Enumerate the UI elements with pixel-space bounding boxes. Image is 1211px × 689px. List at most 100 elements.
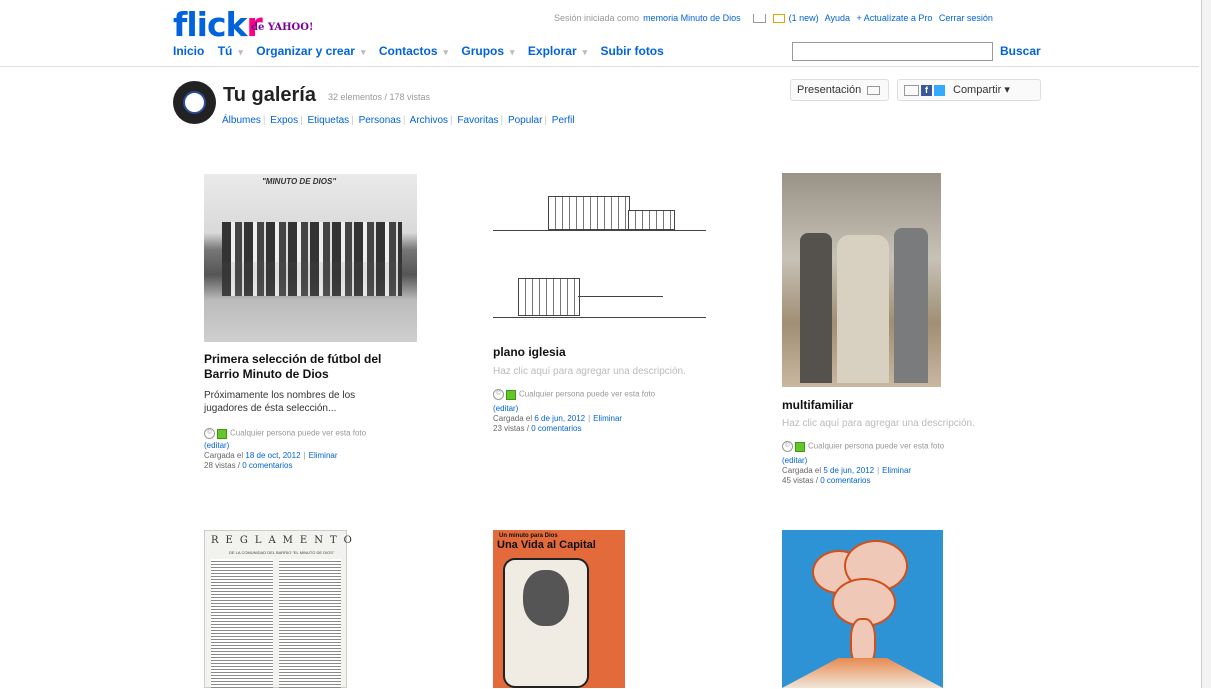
help-link[interactable]: Ayuda <box>825 13 850 23</box>
nav-tu[interactable]: Tú <box>218 44 233 58</box>
photo-thumbnail-church-plan[interactable] <box>493 174 706 338</box>
nav-grupos[interactable]: Grupos <box>461 44 504 58</box>
uploaded-label: Cargada el <box>493 414 533 423</box>
subnav-expos[interactable]: Expos <box>270 115 298 126</box>
chevron-down-icon[interactable]: ▾ <box>238 47 243 57</box>
public-icon <box>506 389 516 400</box>
chevron-down-icon[interactable]: ▾ <box>510 47 515 57</box>
separator: | <box>262 115 266 126</box>
separator: | <box>402 115 406 126</box>
photo-heading: Una Vida al Capital <box>497 539 596 551</box>
drawing-building <box>518 278 580 316</box>
separator: | <box>588 414 591 423</box>
header-divider <box>0 66 1199 67</box>
photo-thumbnail-volcano[interactable] <box>782 530 943 688</box>
edit-privacy-link[interactable]: (editar) <box>493 404 518 413</box>
subnav-albumes[interactable]: Álbumes <box>222 115 261 126</box>
photo-title[interactable]: plano iglesia <box>493 345 708 360</box>
separator: | <box>351 115 354 126</box>
uploaded-label: Cargada el <box>204 451 244 460</box>
comments-link[interactable]: 0 comentarios <box>242 461 292 470</box>
delete-link[interactable]: Eliminar <box>309 451 338 460</box>
photo-thumbnail-reglamento[interactable]: REGLAMENTO DE LA COMUNIDAD DEL BARRIO "E… <box>204 530 352 689</box>
separator: | <box>877 466 880 475</box>
photo-figure <box>894 228 928 383</box>
photo-description[interactable]: Próximamente los nombres de los jugadore… <box>204 389 389 415</box>
delete-link[interactable]: Eliminar <box>882 466 911 475</box>
photo-thumbnail-multifamiliar[interactable] <box>782 173 941 387</box>
nav-explorar[interactable]: Explorar <box>528 44 577 58</box>
search-button[interactable]: Buscar <box>1000 44 1041 58</box>
session-text: Sesión iniciada como <box>554 13 640 23</box>
upload-date-link[interactable]: 18 de oct, 2012 <box>245 451 300 460</box>
mail-icon[interactable] <box>772 14 785 24</box>
subnav-etiquetas[interactable]: Etiquetas <box>307 115 349 126</box>
subnav-popular[interactable]: Popular <box>508 115 542 126</box>
photo-description[interactable]: Haz clic aquí para agregar una descripci… <box>782 418 975 429</box>
comments-link[interactable]: 0 comentarios <box>820 476 870 485</box>
share-button[interactable]: f Compartir ▾ <box>897 79 1041 101</box>
mail-new-link[interactable]: (1 new) <box>789 13 819 23</box>
chevron-down-icon[interactable]: ▾ <box>583 47 588 57</box>
logout-link[interactable]: Cerrar sesión <box>939 13 993 23</box>
photo-figure <box>800 233 832 383</box>
privacy-line: © Cualquier persona puede ver esta foto <box>782 441 944 452</box>
photo-meta: (editar) Cargada el 5 de jun, 2012 | Elimi… <box>782 456 911 486</box>
share-label: Compartir ▾ <box>953 84 1010 96</box>
photo-thumbnail-football-team[interactable]: "MINUTO DE DIOS" <box>204 174 417 342</box>
subnav-personas[interactable]: Personas <box>359 115 401 126</box>
photo-meta: (editar) Cargada el 6 de jun, 2012 | Elimi… <box>493 404 622 434</box>
chevron-down-icon[interactable]: ▾ <box>361 47 366 57</box>
edit-privacy-link[interactable]: (editar) <box>204 441 229 450</box>
slideshow-button[interactable]: Presentación <box>790 79 889 101</box>
separator: | <box>300 115 303 126</box>
portrait-face <box>523 570 569 626</box>
nav-subir-fotos[interactable]: Subir fotos <box>600 44 663 58</box>
mountain-shape <box>782 658 943 688</box>
drawing-building <box>628 210 675 230</box>
photo-title[interactable]: Primera selección de fútbol del Barrio M… <box>204 352 419 382</box>
delete-link[interactable]: Eliminar <box>593 414 622 423</box>
chevron-down-icon[interactable]: ▾ <box>444 47 449 57</box>
photo-subheading: DE LA COMUNIDAD DEL BARRIO "EL MINUTO DE… <box>229 550 335 555</box>
uploaded-label: Cargada el <box>782 466 822 475</box>
facebook-icon[interactable]: f <box>921 84 932 96</box>
nav-contactos[interactable]: Contactos <box>379 44 438 58</box>
text-column <box>279 559 341 689</box>
privacy-line: © Cualquier persona puede ver esta foto <box>204 428 366 439</box>
username-link[interactable]: memoria Minuto de Dios <box>643 13 741 23</box>
upgrade-pro-link[interactable]: + Actualízate a Pro <box>857 13 933 23</box>
photo-title[interactable]: multifamiliar <box>782 398 997 413</box>
cc-icon: © <box>782 441 793 452</box>
upload-date-link[interactable]: 5 de jun, 2012 <box>823 466 874 475</box>
edit-privacy-link[interactable]: (editar) <box>782 456 807 465</box>
separator: | <box>544 115 548 126</box>
flickr-logo[interactable]: flickr <box>173 5 263 44</box>
subnav-favoritas[interactable]: Favoritas <box>457 115 498 126</box>
avatar[interactable] <box>173 81 216 124</box>
twitter-icon[interactable] <box>934 84 945 96</box>
search-input[interactable] <box>792 42 993 61</box>
separator: | <box>450 115 453 126</box>
cart-icon[interactable] <box>753 14 767 24</box>
email-share-icon[interactable] <box>904 84 919 96</box>
drawing-line <box>578 296 663 297</box>
nav-organizar[interactable]: Organizar y crear <box>256 44 355 58</box>
privacy-text: Cualquier persona puede ver esta foto <box>519 389 656 399</box>
drawing-line <box>493 317 706 318</box>
account-bar: Sesión iniciada como memoria Minuto de Di… <box>554 13 997 24</box>
views-count: 28 vistas / <box>204 461 241 470</box>
logo-flick: flick <box>173 5 247 44</box>
views-count: 45 vistas / <box>782 476 819 485</box>
comments-link[interactable]: 0 comentarios <box>531 424 581 433</box>
photo-description[interactable]: Haz clic aquí para agregar una descripci… <box>493 366 686 377</box>
subnav-perfil[interactable]: Perfil <box>552 115 575 126</box>
public-icon <box>795 441 805 452</box>
subnav-archivos[interactable]: Archivos <box>410 115 448 126</box>
photo-figure <box>837 235 889 383</box>
drawing-building <box>548 196 630 230</box>
photo-thumbnail-una-vida-al-capital[interactable]: Un minuto para Dios Una Vida al Capital <box>493 530 625 688</box>
upload-date-link[interactable]: 6 de jun, 2012 <box>534 414 585 423</box>
nav-inicio[interactable]: Inicio <box>173 44 204 58</box>
scrollbar[interactable] <box>1201 0 1211 688</box>
